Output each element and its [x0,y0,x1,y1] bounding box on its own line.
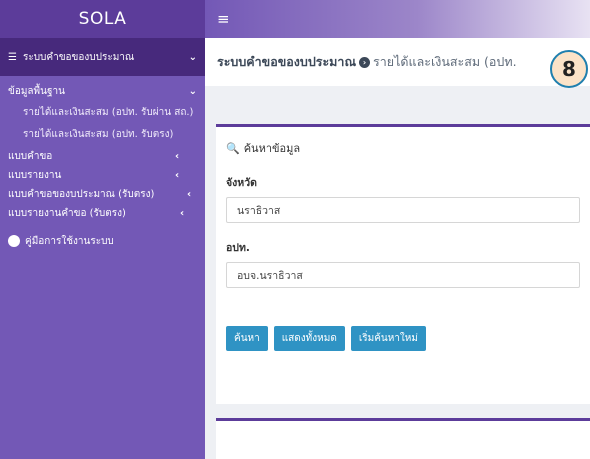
sidebar-item-label: แบบรายงานคำขอ (รับตรง) [8,208,126,219]
search-card: 🔍 ค้นหาข้อมูล จังหวัด นราธิวาส อปท. อบจ.… [216,124,590,404]
sidebar-item-label: แบบรายงาน [8,170,62,181]
chevron-down-icon: ⌄ [188,51,197,63]
step-number-badge: 8 [550,50,588,88]
search-button[interactable]: ค้นหา [226,326,268,351]
search-buttons: ค้นหา แสดงทั้งหมด เริ่มค้นหาใหม่ [216,326,590,351]
chevron-left-icon: ‹ [174,151,180,162]
search-icon: 🔍 [226,141,240,155]
page-title: ระบบคำขอของบประมาณ › รายได้และเงินสะสม (… [205,38,590,86]
arrow-right-circle-icon: › [359,56,371,68]
search-card-title: 🔍 ค้นหาข้อมูล [216,127,590,157]
sidebar-item-label: แบบคำขอของบประมาณ (รับตรง) [8,189,155,200]
sidebar-group-basic-data[interactable]: ข้อมูลพื้นฐาน ⌄ [0,80,205,102]
province-select-value: นราธิวาส [237,204,281,217]
sidebar-subitem-revenue-via-sth[interactable]: รายได้และเงินสะสม (อปท. รับผ่าน สถ.) [0,102,205,124]
sidebar-item-budget-request-direct[interactable]: แบบคำขอของบประมาณ (รับตรง) ‹ [0,185,205,204]
chevron-left-icon: ‹ [186,189,192,200]
main-content: ระบบคำขอของบประมาณ › รายได้และเงินสะสม (… [205,38,590,459]
province-label: จังหวัด [226,177,257,189]
sidebar-item-request-report-direct[interactable]: แบบรายงานคำขอ (รับตรง) ‹ [0,204,205,223]
show-all-button[interactable]: แสดงทั้งหมด [273,326,345,351]
lao-select[interactable]: อบจ.นราธิวาส [226,262,580,288]
list-icon: ☰ [8,51,17,63]
sidebar: SOLA ☰ ระบบคำขอของบประมาณ ⌄ ข้อมูลพื้นฐา… [0,0,205,459]
lao-select-value: อบจ.นราธิวาส [237,269,303,282]
sidebar-item-label: แบบคำขอ [8,151,53,162]
sidebar-main-menu[interactable]: ☰ ระบบคำขอของบประมาณ ⌄ [0,38,205,76]
province-select[interactable]: นราธิวาส [226,197,580,223]
sidebar-item-user-manual[interactable]: คู่มือการใช้งานระบบ [0,231,205,251]
top-bar: ≡ [205,0,590,38]
sidebar-item-label: คู่มือการใช้งานระบบ [25,235,114,247]
sidebar-main-menu-label: ระบบคำขอของบประมาณ [22,51,135,63]
chevron-left-icon: ‹ [174,170,180,181]
help-icon [8,235,20,247]
chevron-down-icon: ⌄ [188,85,197,97]
sidebar-item-request-form[interactable]: แบบคำขอ ‹ [0,147,205,166]
chevron-left-icon: ‹ [179,208,185,219]
hamburger-menu-icon[interactable]: ≡ [217,10,230,28]
page-title-text: ระบบคำขอของบประมาณ [217,54,357,69]
sidebar-subitem-revenue-direct[interactable]: รายได้และเงินสะสม (อปท. รับตรง) [0,124,205,146]
lao-label: อปท. [226,242,250,254]
results-card [216,418,590,459]
sidebar-group-label: ข้อมูลพื้นฐาน [8,85,65,97]
page-subtitle: รายได้และเงินสะสม (อปท. [373,54,517,69]
search-card-title-text: ค้นหาข้อมูล [243,142,301,155]
reset-search-button[interactable]: เริ่มค้นหาใหม่ [350,326,426,351]
sidebar-item-report-form[interactable]: แบบรายงาน ‹ [0,166,205,185]
brand-logo[interactable]: SOLA [0,0,205,38]
